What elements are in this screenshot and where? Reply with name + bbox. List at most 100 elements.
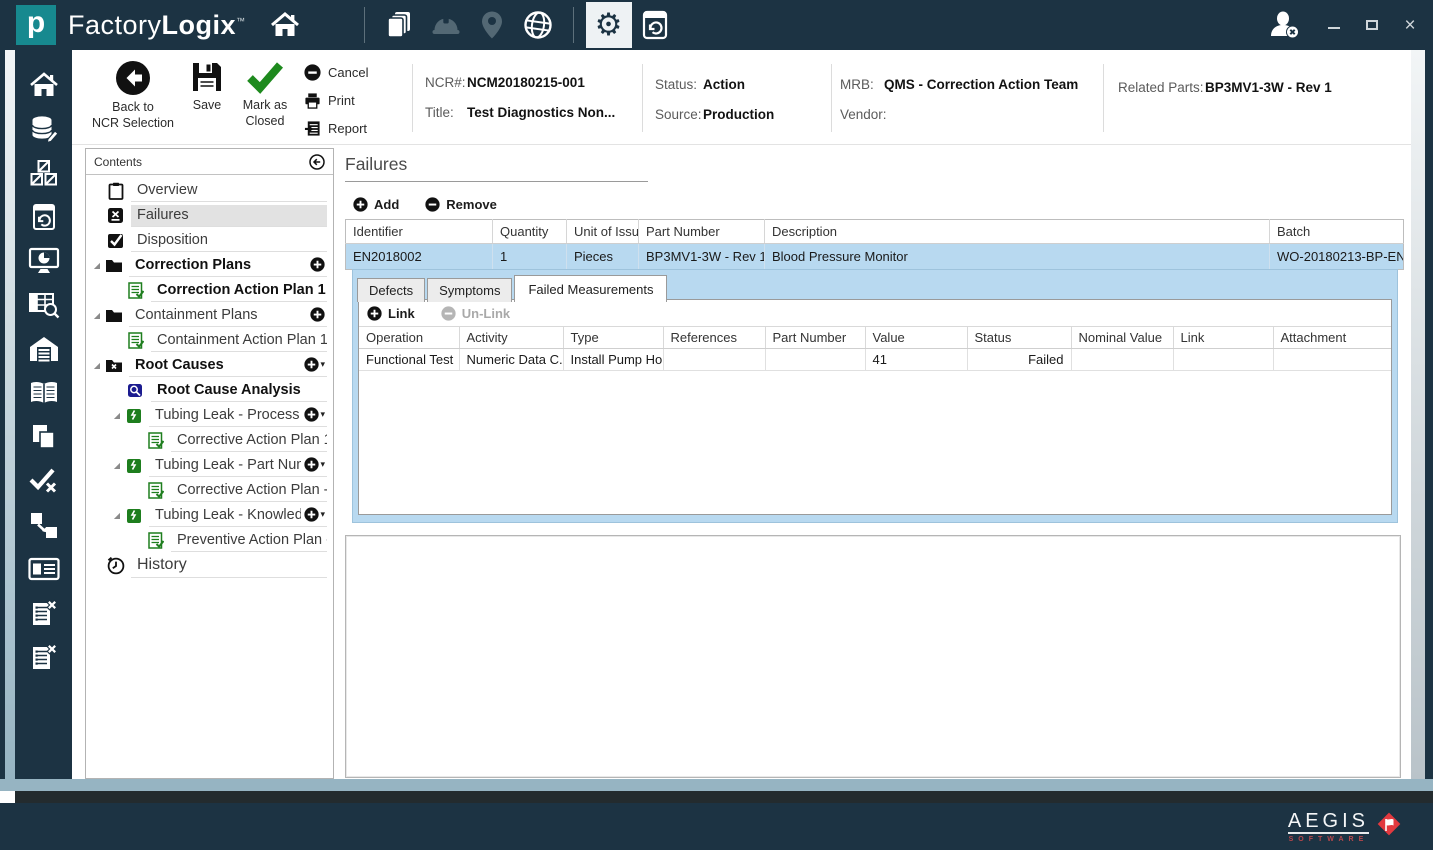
cell-status: Failed — [967, 349, 1071, 371]
home-nav-icon[interactable] — [24, 68, 64, 102]
id-card-icon[interactable] — [24, 552, 64, 586]
disposition-icon — [106, 231, 125, 250]
quality-check-icon[interactable] — [24, 464, 64, 498]
packages-icon[interactable] — [24, 156, 64, 190]
tree-item-containment-action-plan-1[interactable]: Containment Action Plan 1 — [86, 328, 333, 353]
column-header[interactable]: Attachment — [1273, 327, 1391, 349]
link-add-icon — [367, 306, 382, 321]
data-search-icon[interactable] — [24, 288, 64, 322]
add-root-cause-button[interactable]: ▾ — [301, 357, 325, 372]
column-header[interactable]: Value — [865, 327, 967, 349]
tree-item-corrective-action-plan-cr[interactable]: Corrective Action Plan - Cr... — [86, 478, 333, 503]
tree-item-root-cause-analysis[interactable]: Root Cause Analysis — [86, 378, 333, 403]
warehouse-icon[interactable] — [24, 332, 64, 366]
tree-item-correction-action-plan-1[interactable]: Correction Action Plan 1 — [86, 278, 333, 303]
print-button[interactable]: Print — [304, 89, 368, 111]
save-button[interactable]: Save — [185, 60, 229, 114]
tree-item-tubing-leak-knowledge[interactable]: ◢ Tubing Leak - Knowledg... ▾ — [86, 503, 333, 528]
tree-item-corrective-action-plan-1[interactable]: Corrective Action Plan 1 — [86, 428, 333, 453]
notes-panel[interactable] — [345, 535, 1401, 778]
mrb-value: QMS - Correction Action Team — [884, 77, 1078, 92]
mark-as-closed-button[interactable]: Mark asClosed — [235, 60, 295, 129]
aegis-sub-text: SOFTWARE — [1288, 836, 1369, 843]
tree-item-preventive-action-plan-k[interactable]: Preventive Action Plan - K... — [86, 528, 333, 553]
column-header[interactable]: Type — [563, 327, 663, 349]
link-button[interactable]: Link — [367, 306, 415, 321]
minimize-button[interactable] — [1321, 12, 1347, 38]
scrollbar-track[interactable] — [1411, 50, 1425, 779]
column-header[interactable]: Quantity — [493, 220, 567, 244]
device-history-icon[interactable] — [632, 2, 678, 48]
column-header[interactable]: Link — [1173, 327, 1273, 349]
add-correction-plan-button[interactable] — [307, 257, 325, 272]
titlebar-separator — [364, 7, 365, 43]
column-header[interactable]: Part Number — [765, 327, 865, 349]
failure-row-selected[interactable]: EN2018002 1 Pieces BP3MV1-3W - Rev 1 Blo… — [346, 244, 1404, 270]
measurement-row[interactable]: Functional Test Numeric Data C... Instal… — [359, 349, 1391, 371]
documentation-icon[interactable] — [24, 376, 64, 410]
tree-item-history[interactable]: History — [86, 553, 333, 578]
folder-x-icon — [104, 356, 123, 375]
unlink-button[interactable]: Un-Link — [441, 306, 510, 321]
tree-item-failures[interactable]: Failures — [86, 203, 333, 228]
location-pin-icon[interactable] — [469, 2, 515, 48]
maximize-button[interactable] — [1359, 12, 1385, 38]
globe-icon[interactable] — [515, 2, 561, 48]
user-logout-icon[interactable] — [1263, 2, 1309, 48]
expander-icon[interactable]: ◢ — [112, 511, 122, 520]
tree-item-disposition[interactable]: Disposition — [86, 228, 333, 253]
add-failure-button[interactable]: Add — [353, 197, 399, 212]
source-label: Source: — [655, 107, 702, 122]
column-header[interactable]: Part Number — [639, 220, 765, 244]
window-strip-left — [5, 50, 15, 779]
tree-item-correction-plans[interactable]: ◢ Correction Plans — [86, 253, 333, 278]
column-header[interactable]: Nominal Value — [1071, 327, 1173, 349]
close-button[interactable]: × — [1397, 12, 1423, 38]
column-header[interactable]: Batch — [1270, 220, 1404, 244]
ncr-list-icon[interactable] — [24, 596, 64, 630]
tab-failed-measurements[interactable]: Failed Measurements — [514, 275, 667, 302]
transfer-icon[interactable] — [24, 508, 64, 542]
add-plan-button[interactable]: ▾ — [301, 507, 325, 522]
column-header[interactable]: Activity — [459, 327, 563, 349]
column-header[interactable]: Identifier — [346, 220, 493, 244]
expander-icon[interactable]: ◢ — [112, 461, 122, 470]
tree-item-root-causes[interactable]: ◢ Root Causes ▾ — [86, 353, 333, 378]
settings-gear-icon[interactable]: ⚙ — [586, 2, 632, 48]
tab-symptoms[interactable]: Symptoms — [427, 278, 512, 302]
column-header[interactable]: Unit of Issue — [567, 220, 639, 244]
remove-failure-button[interactable]: Remove — [425, 197, 497, 212]
dashboard-monitor-icon[interactable] — [24, 244, 64, 278]
column-header[interactable]: Operation — [359, 327, 459, 349]
column-header[interactable]: Status — [967, 327, 1071, 349]
back-icon — [115, 60, 151, 96]
data-editor-icon[interactable] — [24, 112, 64, 146]
cell-unit: Pieces — [567, 244, 639, 270]
cancel-button[interactable]: Cancel — [304, 61, 368, 83]
cell-description: Blood Pressure Monitor — [765, 244, 1270, 270]
add-plan-button[interactable]: ▾ — [301, 457, 325, 472]
expander-icon[interactable]: ◢ — [92, 261, 102, 270]
tree-item-tubing-leak-part-number[interactable]: ◢ Tubing Leak - Part Num... ▾ — [86, 453, 333, 478]
report-button[interactable]: Report — [304, 117, 368, 139]
tree-item-containment-plans[interactable]: ◢ Containment Plans — [86, 303, 333, 328]
tab-defects[interactable]: Defects — [357, 278, 425, 302]
folder-icon — [104, 306, 123, 325]
column-header[interactable]: References — [663, 327, 765, 349]
add-plan-button[interactable]: ▾ — [301, 407, 325, 422]
back-to-ncr-selection-button[interactable]: Back toNCR Selection — [92, 60, 174, 131]
expander-icon[interactable]: ◢ — [92, 311, 102, 320]
add-containment-plan-button[interactable] — [307, 307, 325, 322]
document-history-icon[interactable] — [24, 200, 64, 234]
hardhat-icon[interactable] — [423, 2, 469, 48]
documents-copy-icon[interactable] — [24, 420, 64, 454]
ncr-list-alt-icon[interactable] — [24, 640, 64, 674]
collapse-panel-icon[interactable] — [309, 154, 325, 170]
documents-icon[interactable] — [377, 2, 423, 48]
expander-icon[interactable]: ◢ — [92, 361, 102, 370]
home-icon[interactable] — [262, 2, 308, 48]
tree-item-overview[interactable]: Overview — [86, 178, 333, 203]
expander-icon[interactable]: ◢ — [112, 411, 122, 420]
column-header[interactable]: Description — [765, 220, 1270, 244]
tree-item-tubing-leak-process[interactable]: ◢ Tubing Leak - Process R... ▾ — [86, 403, 333, 428]
